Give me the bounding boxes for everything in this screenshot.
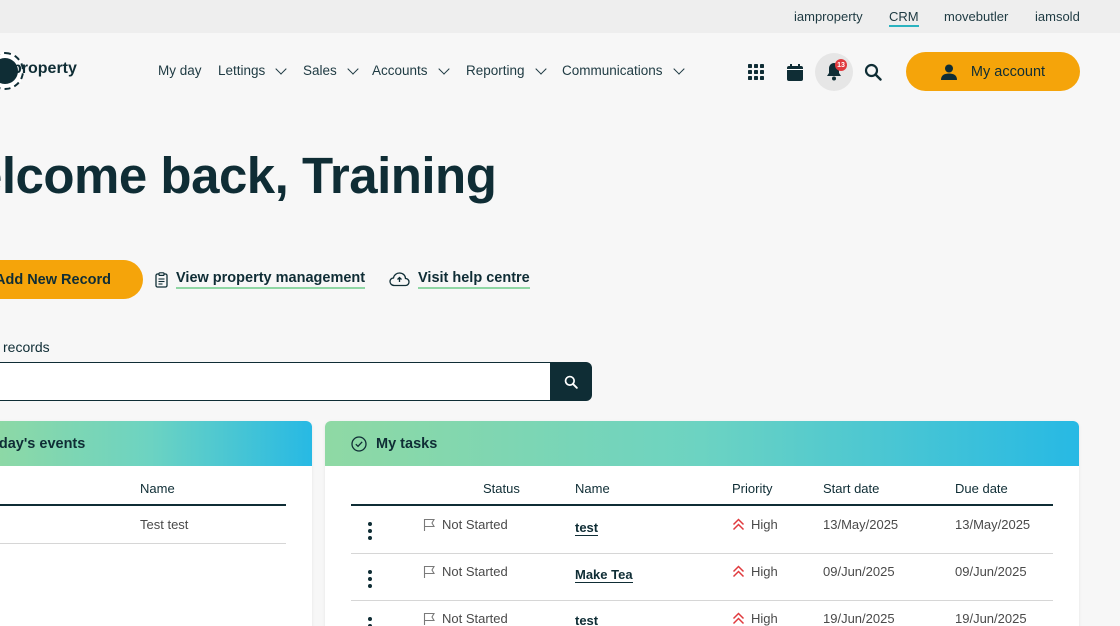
row-actions-kebab-icon[interactable] [368, 522, 372, 540]
tasks-column-status: Status [483, 481, 520, 496]
search-records-button[interactable] [550, 362, 592, 401]
task-priority: High [732, 611, 778, 626]
task-name-link[interactable]: Make Tea [575, 567, 633, 583]
flag-icon [423, 518, 435, 531]
chevron-down-icon [347, 62, 359, 75]
task-status-label: Not Started [442, 611, 508, 626]
welcome-heading: elcome back, Training [0, 147, 497, 204]
events-row-divider [0, 543, 286, 544]
task-priority: High [732, 564, 778, 579]
product-link-iamproperty[interactable]: iamproperty [794, 9, 863, 24]
my-tasks-header: My tasks [325, 421, 1079, 466]
task-status: Not Started [423, 517, 508, 532]
task-name-link[interactable]: test [575, 613, 598, 626]
task-status: Not Started [423, 564, 508, 579]
add-new-record-button[interactable]: Add New Record [0, 260, 143, 299]
check-circle-icon [351, 435, 367, 452]
calendar-button[interactable] [776, 53, 814, 91]
task-status: Not Started [423, 611, 508, 626]
priority-high-icon [732, 565, 745, 578]
task-start-date: 09/Jun/2025 [823, 564, 895, 579]
chevron-down-icon [534, 62, 547, 75]
todays-events-title: oday's events [0, 435, 86, 452]
my-account-label: My account [970, 63, 1046, 80]
nav-lettings-label: Lettings [218, 63, 266, 78]
product-link-iamsold[interactable]: iamsold [1035, 9, 1080, 24]
tasks-column-due-date: Due date [955, 481, 1008, 496]
tasks-column-start-date: Start date [823, 481, 880, 496]
todays-events-header: oday's events [0, 421, 312, 466]
search-icon [864, 63, 882, 81]
task-status-label: Not Started [442, 564, 508, 579]
apps-grid-button[interactable] [737, 53, 775, 91]
nav-accounts[interactable]: Accounts [372, 62, 450, 78]
task-name-label: Make Tea [575, 567, 633, 583]
my-tasks-card: My tasks Status Name Priority Start date… [325, 421, 1079, 626]
task-priority-label: High [751, 564, 778, 579]
tasks-row-divider [351, 553, 1053, 554]
visit-help-centre-link[interactable]: Visit help centre [389, 270, 530, 289]
row-actions-kebab-icon[interactable] [368, 617, 372, 626]
cloud-help-icon [389, 272, 410, 287]
task-priority-label: High [751, 611, 778, 626]
todays-events-card: oday's events Name Test test [0, 421, 312, 626]
tasks-row-divider [351, 600, 1053, 601]
view-property-management-link[interactable]: View property management [155, 270, 366, 289]
tasks-header-rule [351, 504, 1053, 506]
priority-high-icon [732, 518, 745, 531]
flag-icon [423, 612, 435, 625]
product-switcher-bar: iamproperty CRM movebutler iamsold [0, 0, 1120, 33]
chevron-down-icon [672, 62, 685, 75]
nav-sales[interactable]: Sales [303, 62, 359, 78]
task-due-date: 19/Jun/2025 [955, 611, 1027, 626]
task-name-link[interactable]: test [575, 520, 599, 536]
search-records-label: l records [0, 339, 50, 355]
search-icon [564, 375, 578, 389]
task-due-date: 09/Jun/2025 [955, 564, 1027, 579]
notifications-button[interactable]: 13 [815, 53, 853, 91]
tasks-column-name: Name [575, 481, 610, 496]
task-start-date: 19/Jun/2025 [823, 611, 895, 626]
nav-accounts-label: Accounts [372, 63, 428, 78]
task-start-date: 13/May/2025 [823, 517, 899, 532]
events-column-name: Name [140, 481, 175, 496]
tasks-column-priority: Priority [732, 481, 773, 496]
task-priority-label: High [751, 517, 778, 532]
calendar-icon [787, 63, 803, 81]
flag-icon [423, 565, 435, 578]
task-name-label: test [575, 613, 598, 626]
product-link-movebutler[interactable]: movebutler [944, 9, 1008, 24]
user-icon [940, 64, 957, 80]
event-name: Test test [140, 517, 189, 532]
my-tasks-title: My tasks [376, 435, 438, 452]
nav-communications[interactable]: Communications [562, 62, 685, 78]
search-records-input[interactable] [0, 362, 552, 401]
nav-reporting[interactable]: Reporting [466, 62, 547, 78]
priority-high-icon [732, 612, 745, 625]
search-button[interactable] [854, 53, 892, 91]
task-name-label: test [575, 520, 599, 536]
nav-my-day-label: My day [158, 63, 202, 78]
product-link-crm[interactable]: CRM [889, 9, 919, 27]
chevron-down-icon [275, 62, 287, 75]
task-status-label: Not Started [442, 517, 508, 532]
nav-communications-label: Communications [562, 63, 663, 78]
my-account-button[interactable]: My account [906, 52, 1080, 91]
logo-text[interactable]: property [12, 60, 77, 78]
nav-lettings[interactable]: Lettings [218, 62, 287, 78]
row-actions-kebab-icon[interactable] [368, 570, 372, 588]
task-priority: High [732, 517, 778, 532]
clipboard-icon [155, 271, 168, 288]
nav-my-day[interactable]: My day [158, 63, 202, 78]
nav-sales-label: Sales [303, 63, 337, 78]
add-new-record-label: Add New Record [0, 271, 111, 288]
events-header-rule [0, 504, 286, 506]
task-due-date: 13/May/2025 [955, 517, 1031, 532]
notification-count-badge: 13 [835, 59, 847, 71]
chevron-down-icon [437, 62, 450, 75]
grid-icon [748, 64, 764, 80]
nav-reporting-label: Reporting [466, 63, 525, 78]
visit-help-centre-label: Visit help centre [418, 270, 530, 289]
view-property-management-label: View property management [176, 270, 366, 289]
